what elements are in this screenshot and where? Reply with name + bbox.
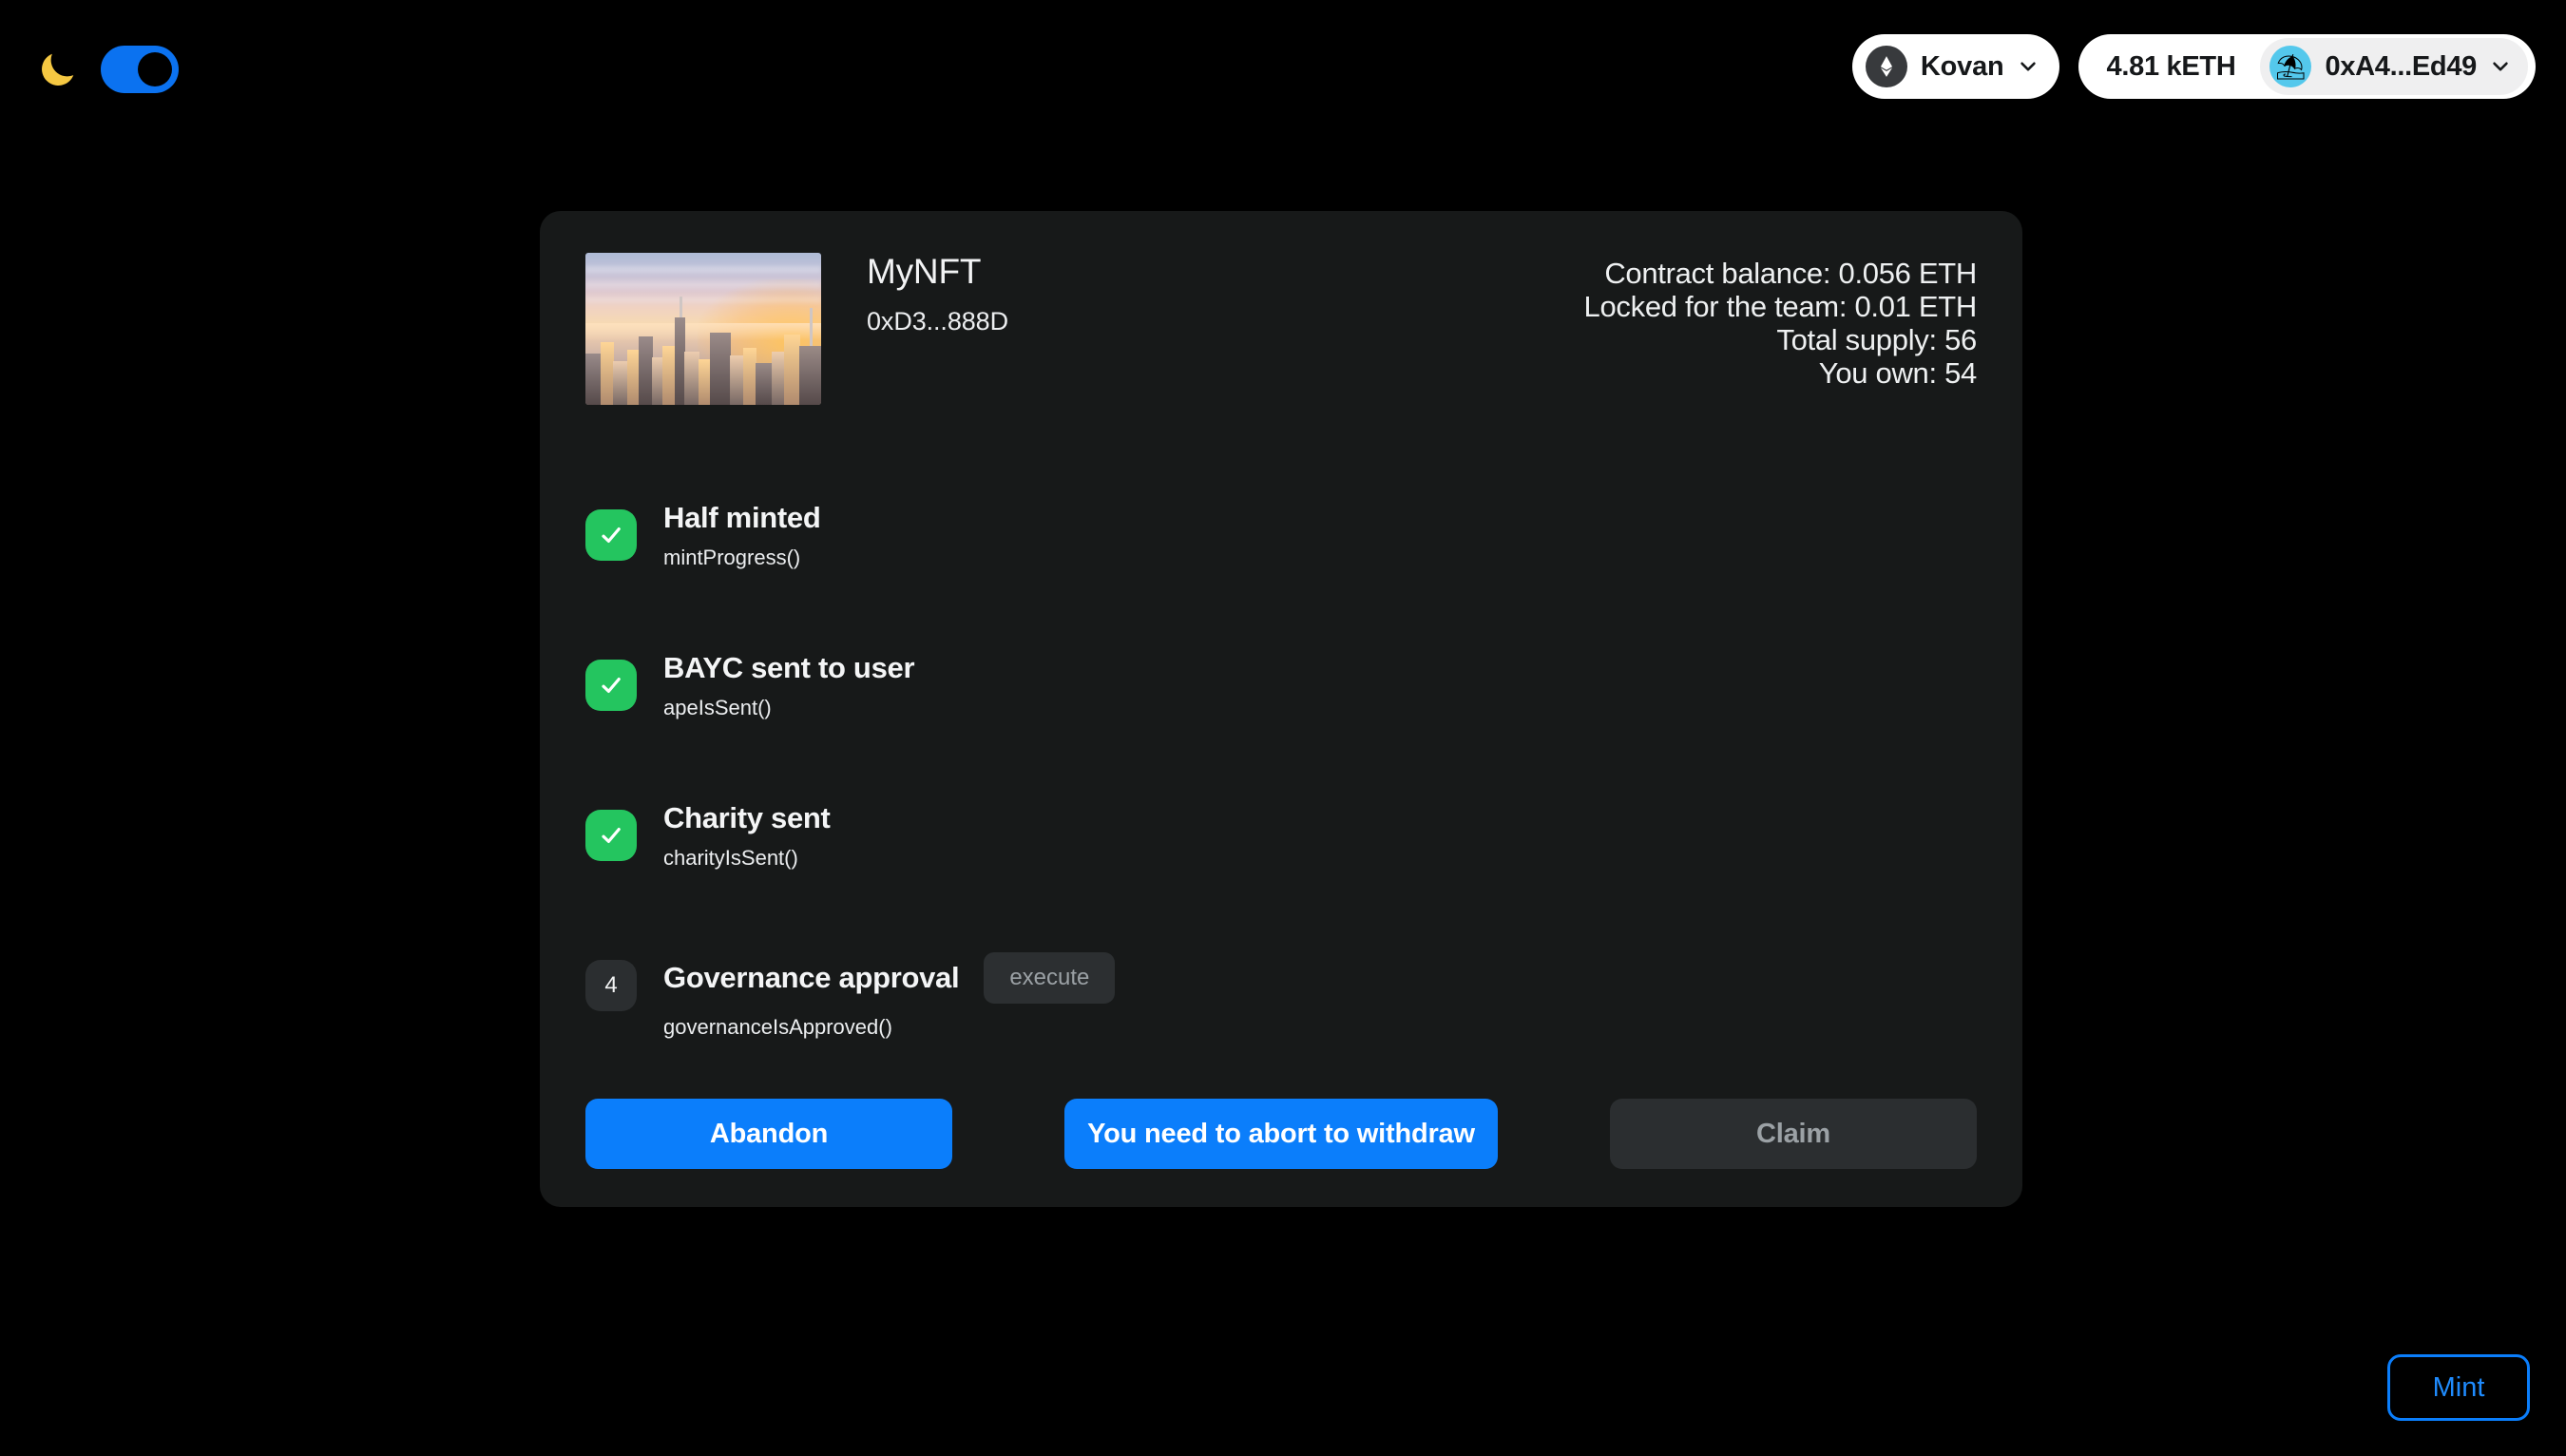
network-label: Kovan — [1920, 50, 2004, 82]
abandon-button[interactable]: Abandon — [585, 1099, 952, 1169]
stat-locked-for-team: Locked for the team: 0.01 ETH — [1583, 290, 1978, 324]
milestone-body: Half minted mintProgress() — [663, 500, 821, 570]
milestone-item: 4 Governance approval execute governance… — [585, 950, 1977, 1040]
withdraw-button[interactable]: You need to abort to withdraw — [1064, 1099, 1498, 1169]
umbrella-avatar-icon: ⛱ — [2269, 46, 2312, 87]
milestone-item: BAYC sent to user apeIsSent() — [585, 650, 1977, 720]
milestone-list: Half minted mintProgress() BAYC sent to … — [585, 500, 1977, 1040]
milestone-title: Charity sent — [663, 801, 831, 835]
milestone-body: Charity sent charityIsSent() — [663, 800, 831, 871]
milestone-body: BAYC sent to user apeIsSent() — [663, 650, 915, 720]
milestone-title: BAYC sent to user — [663, 651, 915, 685]
header-controls: Kovan 4.81 kETH ⛱ 0xA4...Ed49 — [1851, 34, 2536, 99]
switch-knob — [138, 52, 172, 86]
milestone-title: Governance approval — [663, 961, 960, 995]
step-number-badge: 4 — [585, 960, 637, 1012]
moon-icon — [36, 48, 80, 91]
nft-thumbnail — [585, 253, 821, 405]
check-icon — [585, 810, 637, 862]
wallet-address: 0xA4...Ed49 — [2325, 50, 2477, 82]
card-header: MyNFT 0xD3...888D Contract balance: 0.05… — [585, 252, 1978, 405]
step-number: 4 — [604, 972, 618, 999]
ethereum-icon — [1865, 46, 1907, 87]
nft-project-card: MyNFT 0xD3...888D Contract balance: 0.05… — [540, 211, 2022, 1207]
milestone-title: Half minted — [663, 501, 821, 534]
contract-stats: Contract balance: 0.056 ETH Locked for t… — [1583, 253, 1978, 391]
claim-button[interactable]: Claim — [1610, 1099, 1977, 1169]
stat-total-supply: Total supply: 56 — [1776, 323, 1977, 357]
execute-button[interactable]: execute — [984, 952, 1116, 1005]
wallet-chip[interactable]: 4.81 kETH ⛱ 0xA4...Ed49 — [2078, 34, 2536, 99]
chevron-down-icon — [2018, 56, 2039, 77]
network-selector[interactable]: Kovan — [1851, 34, 2059, 99]
check-icon — [585, 660, 637, 712]
theme-toggle-group — [36, 46, 179, 93]
milestone-function: governanceIsApproved() — [663, 1015, 892, 1040]
nft-name: MyNFT — [867, 252, 982, 291]
nft-meta: MyNFT 0xD3...888D — [867, 252, 1008, 336]
milestone-function: apeIsSent() — [663, 696, 772, 720]
milestone-body: Governance approval execute governanceIs… — [663, 950, 1116, 1040]
dark-mode-switch[interactable] — [101, 46, 179, 93]
check-icon — [585, 509, 637, 561]
milestone-function: charityIsSent() — [663, 846, 798, 871]
stat-you-own: You own: 54 — [1818, 356, 1978, 391]
wallet-balance: 4.81 kETH — [2106, 50, 2236, 82]
milestone-item: Half minted mintProgress() — [585, 500, 1977, 570]
chevron-down-icon — [2490, 56, 2511, 77]
nft-contract-address: 0xD3...888D — [867, 306, 1008, 335]
milestone-item: Charity sent charityIsSent() — [585, 800, 1977, 871]
wallet-account-pill[interactable]: ⛱ 0xA4...Ed49 — [2260, 38, 2528, 95]
app-root: Kovan 4.81 kETH ⛱ 0xA4...Ed49 MyNFT 0xD3… — [0, 0, 2566, 1456]
milestone-function: mintProgress() — [663, 546, 801, 570]
stat-contract-balance: Contract balance: 0.056 ETH — [1604, 257, 1977, 290]
mint-button[interactable]: Mint — [2387, 1354, 2530, 1421]
nft-identity: MyNFT 0xD3...888D — [585, 252, 1008, 405]
card-actions: Abandon You need to abort to withdraw Cl… — [585, 1099, 1977, 1169]
